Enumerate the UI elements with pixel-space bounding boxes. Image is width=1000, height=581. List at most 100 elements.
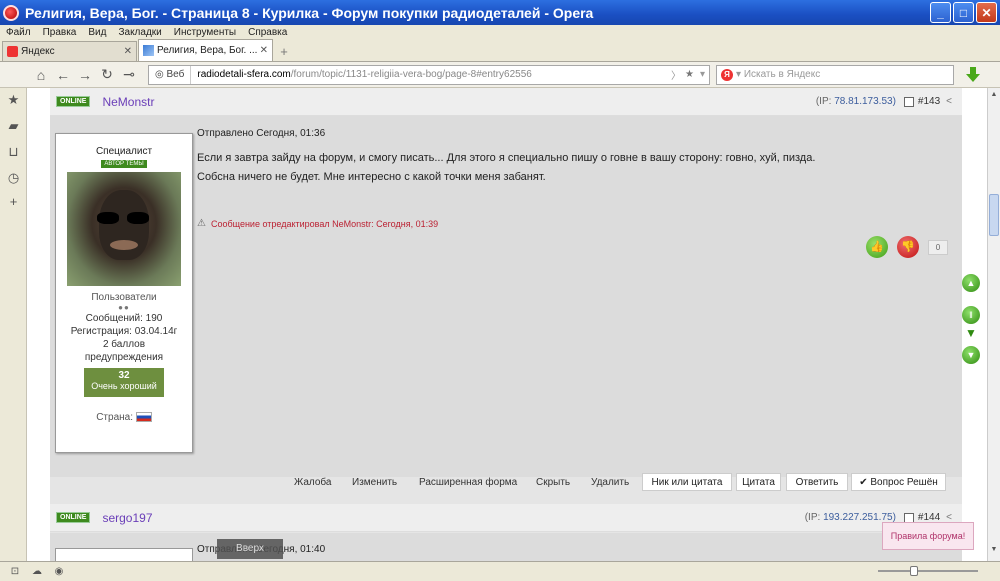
zoom-slider[interactable] <box>878 566 978 576</box>
hide-link[interactable]: Скрыть <box>536 477 570 488</box>
cloud-icon[interactable]: ☁ <box>30 566 44 577</box>
rank-dots: ●● <box>118 303 130 312</box>
opera-logo-icon <box>3 4 19 21</box>
post-author-link[interactable]: NeMonstr <box>102 95 154 109</box>
scroll-to-top-button[interactable]: Вверх <box>217 539 283 559</box>
report-link[interactable]: Жалоба <box>294 477 331 488</box>
triangle-down-icon[interactable]: ▼ <box>962 324 980 342</box>
forum-favicon-icon <box>143 45 154 56</box>
web-label: Веб <box>166 69 185 80</box>
edit-link[interactable]: Изменить <box>352 477 397 488</box>
menu-file[interactable]: Файл <box>6 27 31 38</box>
menu-bookmarks[interactable]: Закладки <box>118 27 161 38</box>
topic-author-badge: АВТОР ТЕМЫ <box>101 160 147 168</box>
status-bar: ⊡ ☁ ◉ <box>0 561 1000 581</box>
web-badge[interactable]: ◎ Веб <box>149 65 192 84</box>
add-panel-icon[interactable]: + <box>7 194 20 209</box>
bookmark-star-icon[interactable]: ★ <box>685 69 694 80</box>
menu-help[interactable]: Справка <box>248 27 287 38</box>
scroll-up-icon[interactable]: ▲ <box>962 274 980 292</box>
history-clock-icon[interactable]: ◷ <box>7 170 20 186</box>
back-icon[interactable]: ← <box>52 67 74 83</box>
user-registered: Регистрация: 03.04.14г <box>70 326 178 337</box>
post-body: Специалист АВТОР ТЕМЫ Пользователи ●● Со… <box>50 116 962 477</box>
zoom-knob[interactable] <box>910 566 919 576</box>
address-toolbar: ⌂ ← → ↻ ⊸ ◎ Веб radiodetali-sfera.com/fo… <box>0 62 1000 88</box>
address-field[interactable]: ◎ Веб radiodetali-sfera.com/forum/topic/… <box>148 64 710 85</box>
delete-link[interactable]: Удалить <box>591 477 629 488</box>
speed-dial-icon[interactable]: ◉ <box>52 566 66 577</box>
unite-icon[interactable]: ⊔ <box>7 144 20 160</box>
select-post-checkbox[interactable] <box>903 96 914 107</box>
extended-form-link[interactable]: Расширенная форма <box>419 477 517 488</box>
post-text-line: Собсна ничего не будет. Мне интересно с … <box>197 171 546 183</box>
edit-notice-text: Сообщение отредактировал NeMonstr: Сегод… <box>210 218 439 229</box>
ip-prefix: (IP: <box>815 96 832 107</box>
select-post-checkbox[interactable] <box>903 512 914 523</box>
vertical-scrollbar[interactable]: ▲ ▼ <box>987 88 1000 561</box>
new-tab-button[interactable]: + <box>274 41 294 61</box>
quote-button[interactable]: Цитата <box>736 473 781 491</box>
vote-count: 0 <box>928 240 948 255</box>
russia-flag-icon <box>135 412 152 423</box>
opera-sidebar: ★ ▰ ⊔ ◷ + <box>0 88 27 561</box>
online-badge: ONLINE <box>56 512 91 523</box>
url-text[interactable]: radiodetali-sfera.com/forum/topic/1131-r… <box>191 69 671 80</box>
download-icon[interactable] <box>966 66 980 83</box>
tab-close-icon[interactable]: ✕ <box>260 45 268 56</box>
rss-icon[interactable]: 〉 <box>671 67 681 82</box>
yandex-search-icon: Я <box>721 68 733 81</box>
vote-up-icon[interactable]: 👍 <box>866 236 888 258</box>
scroll-down-icon[interactable]: ▼ <box>962 346 980 364</box>
search-field[interactable]: Я ▾ Искать в Яндекс <box>716 64 954 85</box>
maximize-button[interactable]: □ <box>953 2 974 23</box>
reputation-value: 32 <box>118 370 130 381</box>
reload-icon[interactable]: ↻ <box>96 66 118 83</box>
online-badge: ONLINE <box>56 96 91 107</box>
user-warnings-count: 2 баллов <box>102 339 146 350</box>
menu-tools[interactable]: Инструменты <box>174 27 236 38</box>
post-date: Отправлено Сегодня, 01:36 <box>197 128 326 139</box>
vote-down-icon[interactable]: 👎 <box>897 236 919 258</box>
bookmarks-star-icon[interactable]: ★ <box>7 92 20 108</box>
nick-or-quote-button[interactable]: Ник или цитата <box>642 473 732 491</box>
dropdown-icon[interactable]: ▾ <box>700 69 705 80</box>
key-icon[interactable]: ⊸ <box>118 66 140 83</box>
notes-icon[interactable]: ▰ <box>7 118 20 134</box>
user-warnings-label: предупреждения <box>84 352 164 363</box>
question-solved-button[interactable]: ✔ Вопрос Решён <box>851 473 946 491</box>
share-icon[interactable]: < <box>946 96 952 107</box>
title-bar: Религия, Вера, Бог. - Страница 8 - Курил… <box>0 0 1000 25</box>
close-button[interactable]: ✕ <box>976 2 997 23</box>
post-actions: Жалоба Изменить Расширенная форма Скрыть… <box>50 472 962 492</box>
panel-toggle-icon[interactable]: ⊡ <box>8 566 22 577</box>
scroll-up-arrow-icon[interactable]: ▲ <box>989 91 999 101</box>
minimize-button[interactable]: _ <box>930 2 951 23</box>
user-card <box>55 548 193 561</box>
page-viewport: ONLINE NeMonstr (IP: 78.81.173.53) #143 … <box>27 88 987 561</box>
tab-bar: Яндекс ✕ Религия, Вера, Бог. ... ✕ + <box>0 39 1000 62</box>
reputation-label: Очень хороший <box>91 381 157 391</box>
post-number-link[interactable]: #143 <box>918 96 940 107</box>
scrollbar-thumb[interactable] <box>989 194 999 236</box>
search-dropdown-icon[interactable]: ▾ <box>736 69 744 80</box>
tab-close-icon[interactable]: ✕ <box>124 46 132 57</box>
scroll-down-arrow-icon[interactable]: ▼ <box>989 546 999 556</box>
forward-icon[interactable]: → <box>74 67 96 83</box>
ip-prefix: (IP: <box>804 512 821 523</box>
menu-edit[interactable]: Правка <box>43 27 77 38</box>
avatar[interactable] <box>67 172 181 286</box>
menu-view[interactable]: Вид <box>88 27 106 38</box>
ip-address-link[interactable]: 78.81.173.53) <box>834 96 896 107</box>
pause-icon[interactable]: ‖ <box>962 306 980 324</box>
post-text: Если я завтра зайду на форум, и смогу пи… <box>197 149 937 187</box>
home-icon[interactable]: ⌂ <box>30 67 52 83</box>
user-country: Страна: <box>56 412 192 423</box>
reply-button[interactable]: Ответить <box>786 473 848 491</box>
forum-rules-popup[interactable]: Правила форума! <box>882 522 974 550</box>
post-author-link[interactable]: sergo197 <box>102 511 152 525</box>
post-body: Отправлено Сегодня, 01:40 Вверх <box>50 533 962 561</box>
tab-yandex[interactable]: Яндекс ✕ <box>2 41 137 61</box>
tab-forum[interactable]: Религия, Вера, Бог. ... ✕ <box>138 39 273 61</box>
forum-posts: ONLINE NeMonstr (IP: 78.81.173.53) #143 … <box>50 88 962 561</box>
